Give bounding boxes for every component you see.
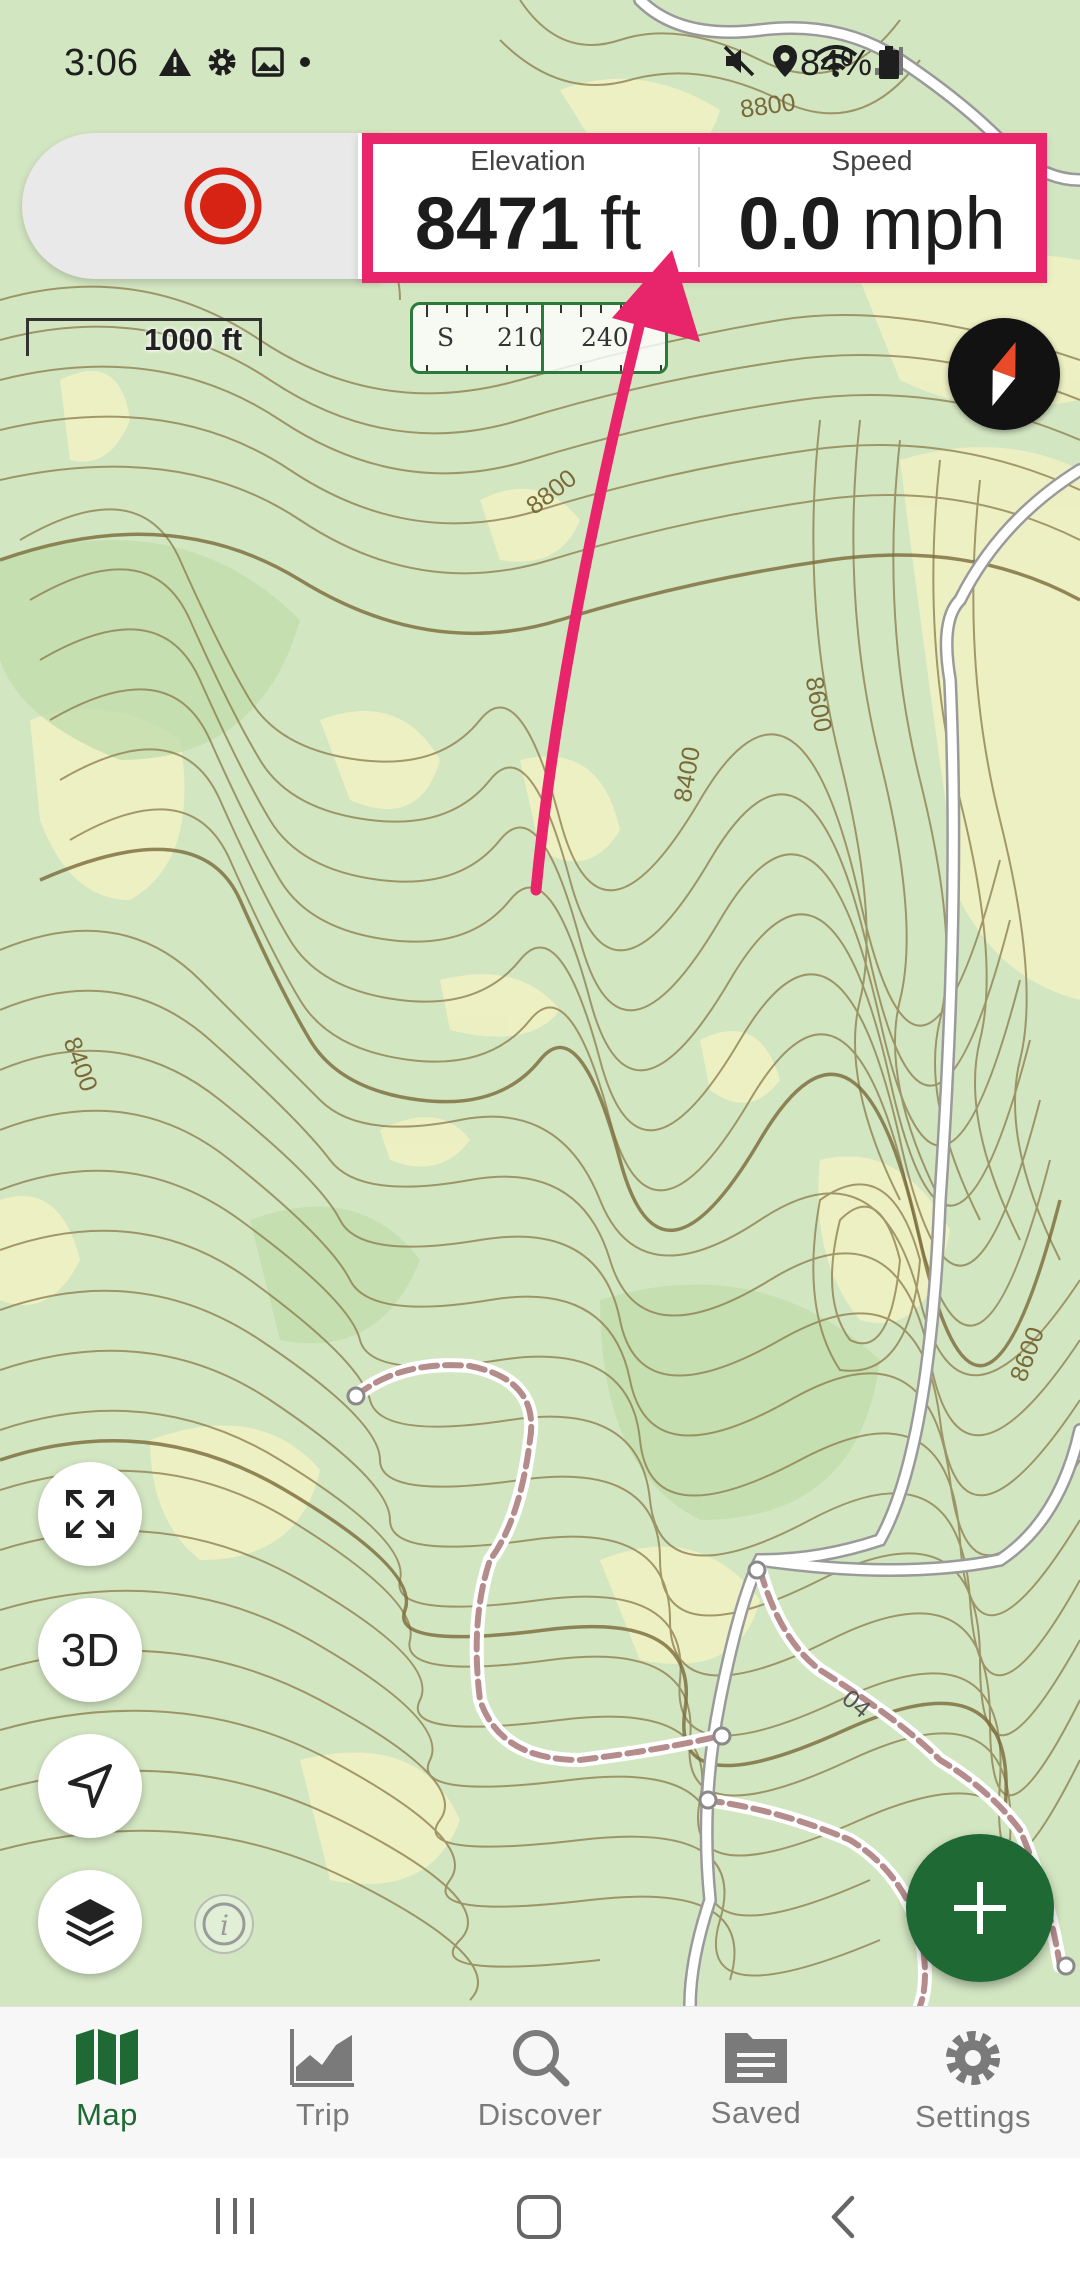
fullscreen-button[interactable] <box>38 1462 142 1566</box>
back-icon[interactable] <box>822 2192 862 2242</box>
layers-icon <box>65 1899 115 1947</box>
heading-center-line <box>541 305 544 371</box>
nav-map[interactable]: Map <box>7 2027 207 2133</box>
recent-apps-icon[interactable] <box>212 2192 258 2240</box>
mute-icon <box>723 45 755 77</box>
stats-panel[interactable]: Elevation 8471 ft Speed 0.0 mph <box>358 133 1046 279</box>
expand-icon <box>66 1490 114 1538</box>
add-button[interactable] <box>906 1834 1054 1982</box>
status-bar: 3:06 84% <box>0 0 1080 130</box>
map-icon <box>76 2029 138 2085</box>
status-left-icons <box>158 46 312 78</box>
record-panel <box>22 133 382 279</box>
nav-label-discover: Discover <box>477 2097 603 2132</box>
plus-icon <box>954 1882 1006 1934</box>
home-icon[interactable] <box>514 2192 564 2242</box>
dot-icon <box>300 57 310 67</box>
heading-tick-label: 240 <box>581 323 629 352</box>
navigation-arrow-icon <box>68 1764 112 1808</box>
3d-toggle-button[interactable]: 3D <box>38 1598 142 1702</box>
location-icon <box>773 45 797 77</box>
nav-trip[interactable]: Trip <box>223 2027 423 2133</box>
nav-saved[interactable]: Saved <box>656 2027 856 2131</box>
elevation-label: Elevation <box>470 145 586 176</box>
gear-icon <box>208 48 236 76</box>
elevation-value-row: 8471 ft <box>358 181 698 266</box>
heading-tick-label: 210 <box>497 323 545 352</box>
elevation-value: 8471 <box>414 182 580 265</box>
speed-value-row: 0.0 mph <box>699 181 1045 266</box>
status-time: 3:06 <box>64 42 138 84</box>
scale-label: 1000 ft <box>144 322 243 357</box>
nav-discover[interactable]: Discover <box>440 2027 640 2133</box>
nav-settings[interactable]: Settings <box>873 2027 1073 2135</box>
speed-stat: Speed 0.0 mph <box>699 133 1045 279</box>
locate-button[interactable] <box>38 1734 142 1838</box>
battery-percent: 84% <box>800 42 873 83</box>
image-icon <box>252 47 284 77</box>
nav-label-settings: Settings <box>914 2099 1031 2134</box>
layers-button[interactable] <box>38 1870 142 1974</box>
elevation-unit: ft <box>600 182 642 265</box>
record-button[interactable] <box>182 165 264 247</box>
3d-label: 3D <box>60 1624 120 1676</box>
bottom-navigation: Map Trip Discover Saved Settings <box>0 2006 1080 2158</box>
search-icon <box>513 2030 570 2087</box>
nav-label-saved: Saved <box>710 2095 802 2130</box>
nav-label-trip: Trip <box>295 2097 351 2132</box>
speed-label: Speed <box>831 145 913 176</box>
attribution-button[interactable]: i <box>194 1894 254 1954</box>
folder-icon <box>725 2033 787 2083</box>
topo-map[interactable]: 8800 8800 8600 8400 8400 8600 04 <box>0 0 1080 2006</box>
heading-strip: S 210 240 <box>410 302 668 374</box>
compass-needle-icon <box>992 342 1016 406</box>
battery-icon <box>879 46 899 79</box>
heading-cardinal: S <box>437 323 455 352</box>
speed-value: 0.0 <box>738 182 842 265</box>
compass-button[interactable] <box>948 318 1060 430</box>
nav-label-map: Map <box>76 2097 138 2132</box>
gear-icon <box>946 2031 1000 2085</box>
speed-unit: mph <box>861 182 1006 265</box>
system-navigation-bar <box>0 2158 1080 2280</box>
elevation-stat: Elevation 8471 ft <box>358 133 698 279</box>
info-icon: i <box>202 1902 246 1946</box>
trip-chart-icon <box>290 2029 354 2087</box>
svg-text:i: i <box>220 1909 229 1942</box>
warning-icon <box>159 48 191 76</box>
